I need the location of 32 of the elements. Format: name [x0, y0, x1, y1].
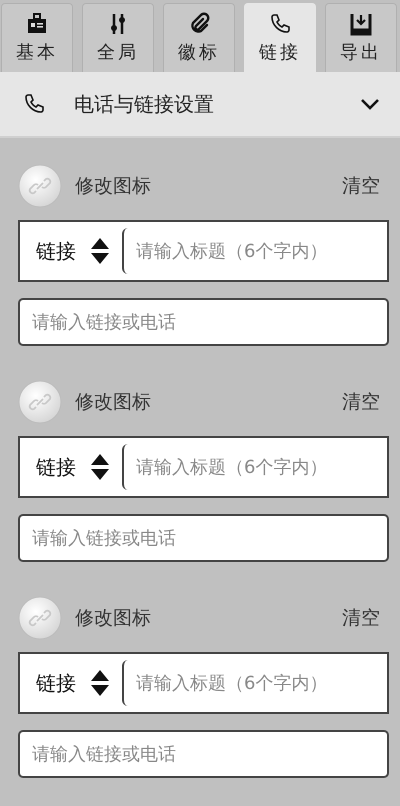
url-field[interactable]: 请输入链接或电话: [18, 514, 389, 562]
url-field[interactable]: 请输入链接或电话: [18, 298, 389, 346]
sort-icon: [90, 669, 110, 697]
url-field[interactable]: 请输入链接或电话: [18, 730, 389, 778]
title-field[interactable]: 链接 请输入标题（6个字内）: [18, 652, 389, 714]
download-icon: [349, 12, 373, 36]
title-field[interactable]: 链接 请输入标题（6个字内）: [18, 436, 389, 498]
tab[interactable]: 基本: [1, 3, 73, 72]
type-select[interactable]: 链接: [36, 454, 76, 480]
clear-link[interactable]: 清空: [342, 605, 380, 631]
clear-link[interactable]: 清空: [342, 173, 380, 199]
type-select[interactable]: 链接: [36, 670, 76, 696]
phone-icon: [22, 92, 46, 116]
tab[interactable]: 导出: [325, 3, 397, 72]
phone-icon: [268, 12, 292, 36]
change-icon-link[interactable]: 修改图标: [75, 605, 342, 631]
id-badge-icon: [25, 12, 49, 36]
type-select[interactable]: 链接: [36, 238, 76, 264]
sort-icon: [90, 237, 110, 265]
change-icon-link[interactable]: 修改图标: [75, 389, 342, 415]
link-icon[interactable]: [18, 164, 62, 208]
link-icon[interactable]: [18, 596, 62, 640]
tab[interactable]: 全局: [82, 3, 154, 72]
section-title: 电话与链接设置: [74, 90, 215, 118]
clear-link[interactable]: 清空: [342, 389, 380, 415]
tab[interactable]: 徽标: [163, 3, 235, 72]
tab[interactable]: 链接: [244, 3, 316, 72]
sort-icon: [90, 453, 110, 481]
link-icon[interactable]: [18, 380, 62, 424]
change-icon-link[interactable]: 修改图标: [75, 173, 342, 199]
section-header[interactable]: 电话与链接设置: [0, 72, 400, 138]
title-field[interactable]: 链接 请输入标题（6个字内）: [18, 220, 389, 282]
